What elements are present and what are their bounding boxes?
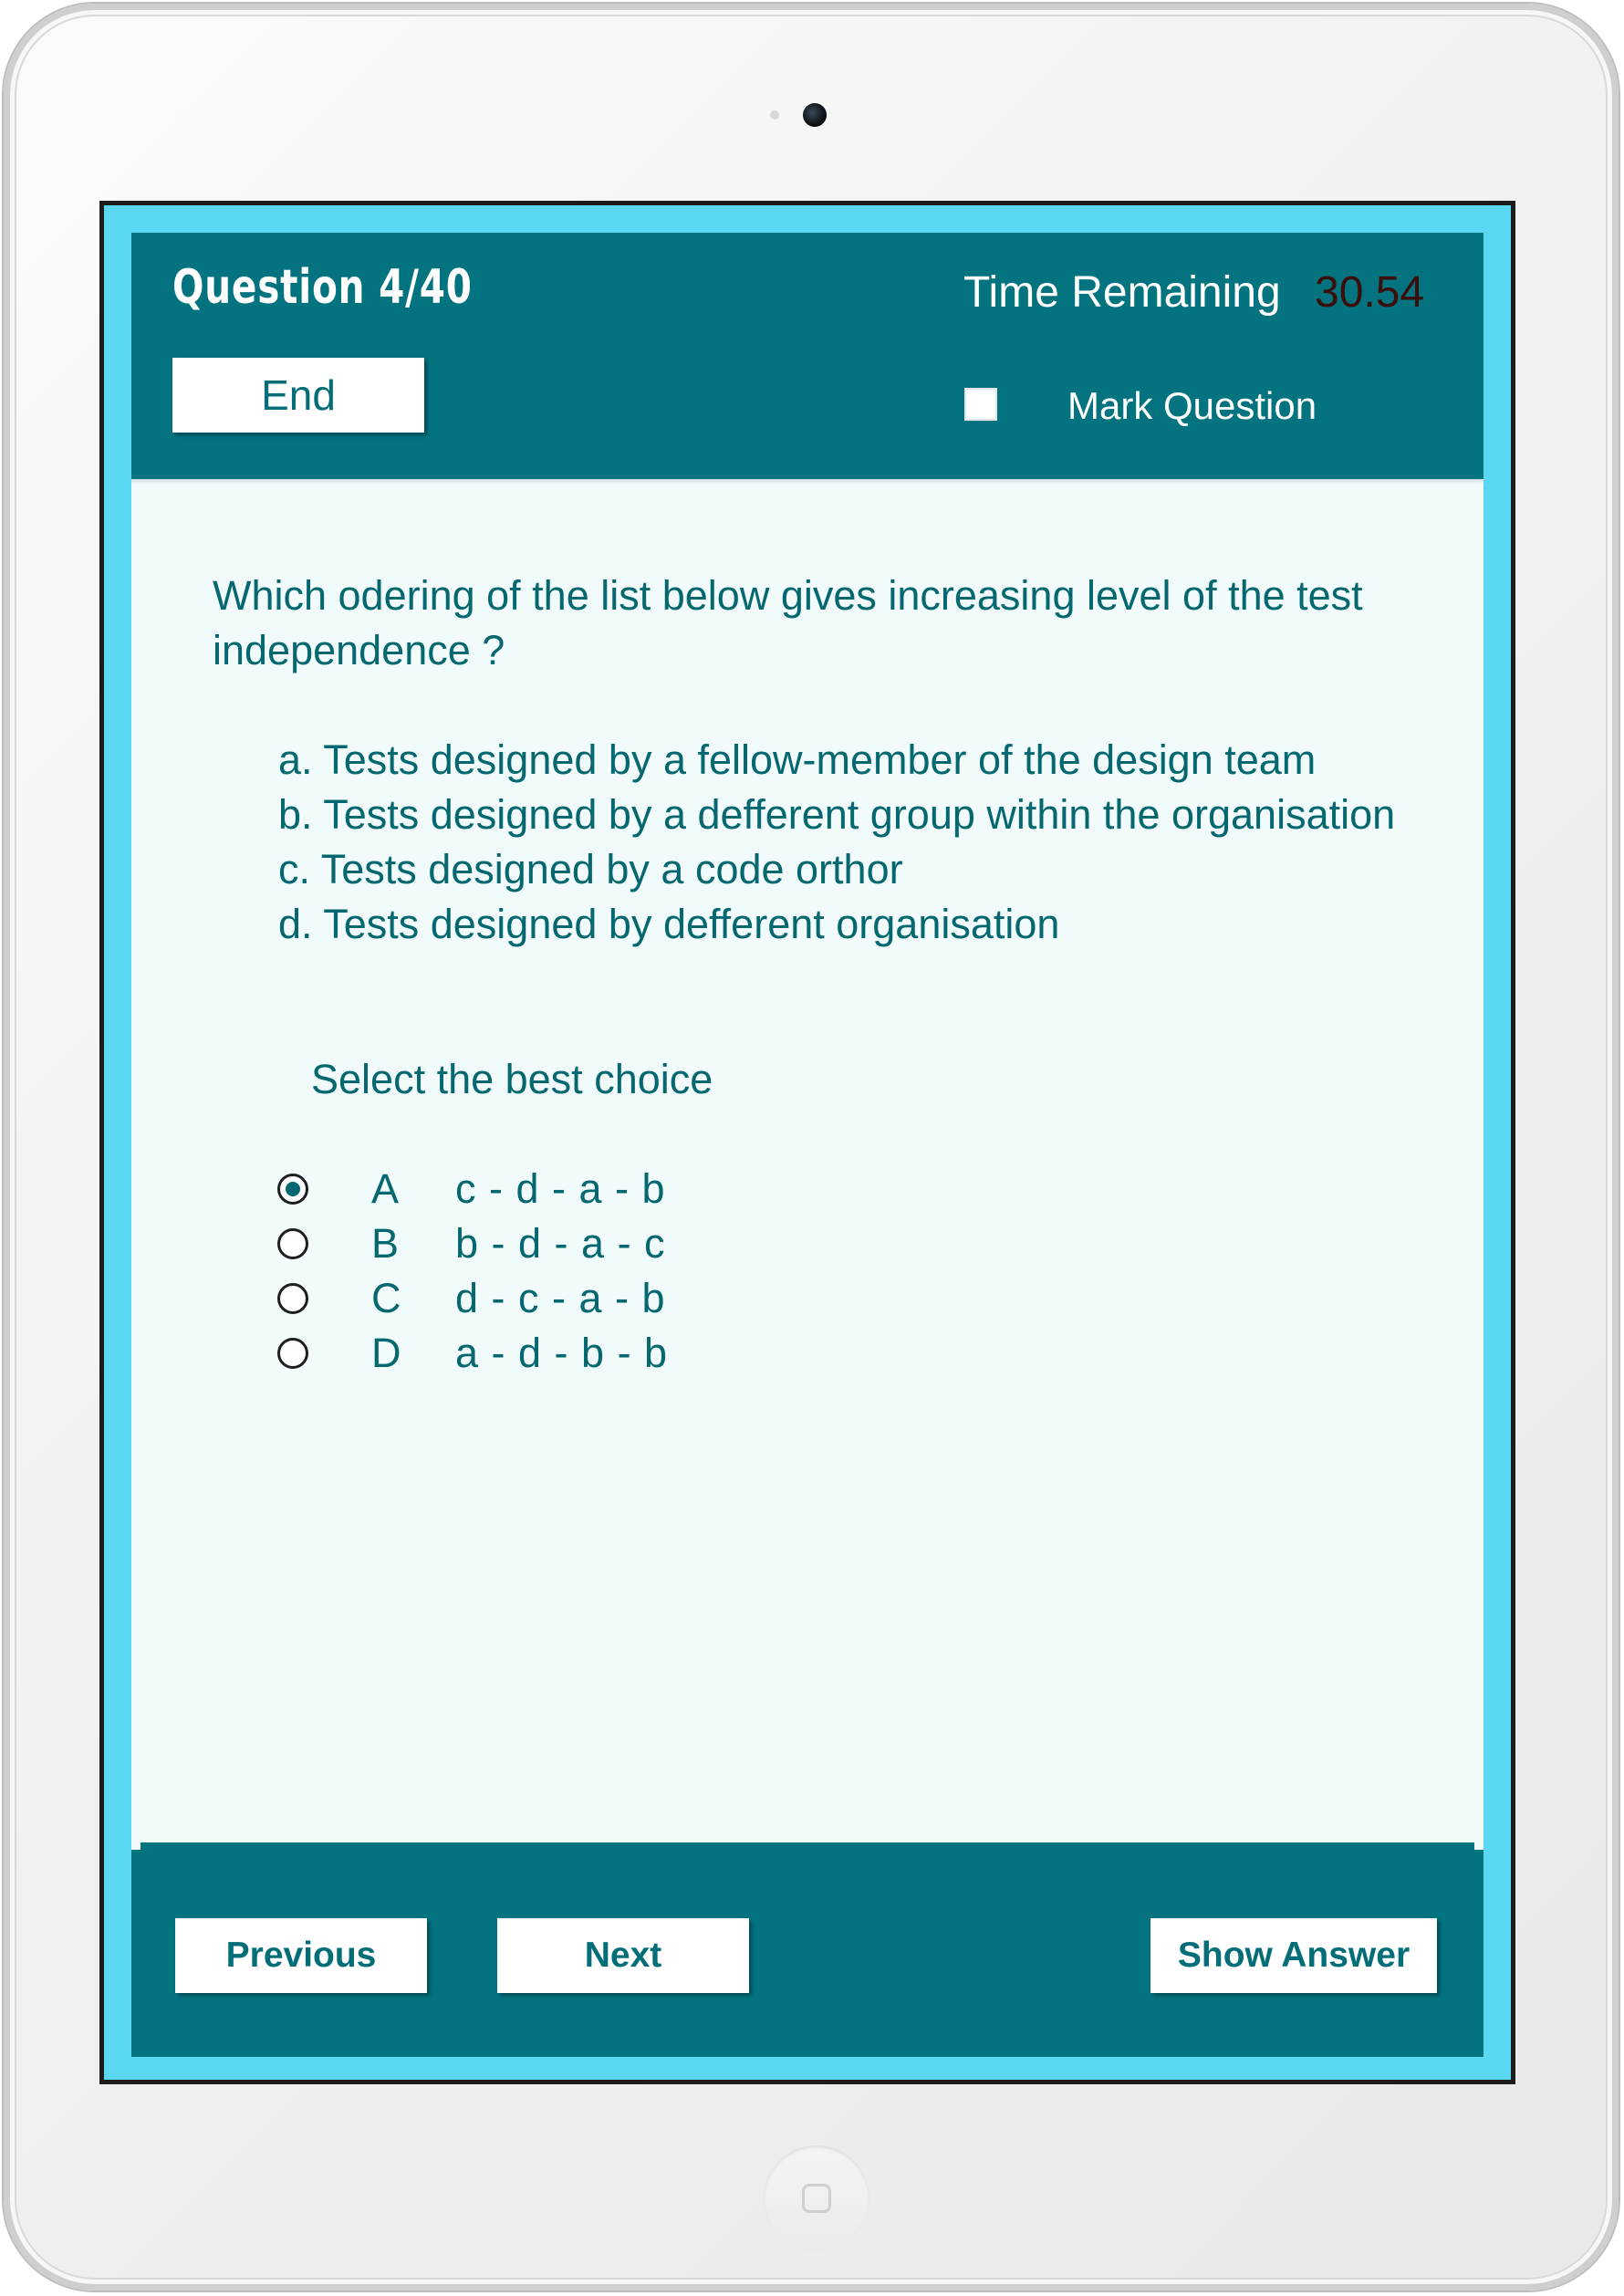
option-b[interactable]: B b - d - a - c — [277, 1216, 825, 1271]
header-shadow — [131, 479, 1483, 485]
radio-option-b[interactable] — [277, 1228, 308, 1259]
instruction-text: Select the best choice — [311, 1056, 713, 1102]
option-text: c - d - a - b — [455, 1165, 666, 1212]
option-letter: D — [371, 1330, 401, 1376]
quiz-header: Question 4/40 End Time Remaining 30.54 M… — [131, 233, 1483, 479]
previous-button[interactable]: Previous — [175, 1918, 427, 1993]
question-item: b. Tests designed by a defferent group w… — [278, 791, 1396, 838]
home-button[interactable] — [764, 2145, 869, 2251]
mark-question-checkbox[interactable] — [964, 388, 997, 421]
camera-icon — [803, 103, 827, 127]
light-sensor — [770, 110, 779, 120]
mark-question-label[interactable]: Mark Question — [1067, 384, 1317, 428]
time-remaining-label: Time Remaining — [963, 268, 1281, 317]
option-letter: B — [371, 1220, 400, 1267]
question-counter: Question 4/40 — [172, 260, 473, 315]
show-answer-button[interactable]: Show Answer — [1150, 1918, 1437, 1993]
question-text: Which odering of the list below gives in… — [213, 572, 1363, 673]
end-button[interactable]: End — [172, 358, 424, 433]
screen-frame: Question 4/40 End Time Remaining 30.54 M… — [104, 205, 1511, 2080]
question-items: a. Tests designed by a fellow-member of … — [278, 733, 1464, 952]
option-text: d - c - a - b — [455, 1275, 666, 1321]
option-text: b - d - a - c — [455, 1220, 666, 1267]
screen: Question 4/40 End Time Remaining 30.54 M… — [99, 201, 1515, 2084]
question-item: c. Tests designed by a code orthor — [278, 846, 903, 892]
option-text: a - d - b - b — [455, 1330, 669, 1376]
question-item: d. Tests designed by defferent organisat… — [278, 901, 1060, 947]
option-a[interactable]: A c - d - a - b — [277, 1162, 825, 1216]
option-letter: A — [371, 1165, 400, 1212]
time-remaining-value: 30.54 — [1315, 268, 1425, 317]
answer-options: A c - d - a - b B b - d - a - c C d - c … — [277, 1162, 825, 1381]
home-square-icon — [802, 2184, 831, 2213]
radio-option-a[interactable] — [277, 1174, 308, 1205]
quiz-footer: Previous Next Show Answer — [131, 1842, 1483, 2057]
quiz-app: Question 4/40 End Time Remaining 30.54 M… — [131, 233, 1483, 2057]
next-button[interactable]: Next — [497, 1918, 749, 1993]
radio-option-d[interactable] — [277, 1338, 308, 1369]
question-item: a. Tests designed by a fellow-member of … — [278, 736, 1317, 783]
radio-option-c[interactable] — [277, 1283, 308, 1314]
option-letter: C — [371, 1275, 401, 1321]
option-d[interactable]: D a - d - b - b — [277, 1326, 825, 1381]
option-c[interactable]: C d - c - a - b — [277, 1271, 825, 1326]
footer-divider — [141, 1842, 1474, 1850]
